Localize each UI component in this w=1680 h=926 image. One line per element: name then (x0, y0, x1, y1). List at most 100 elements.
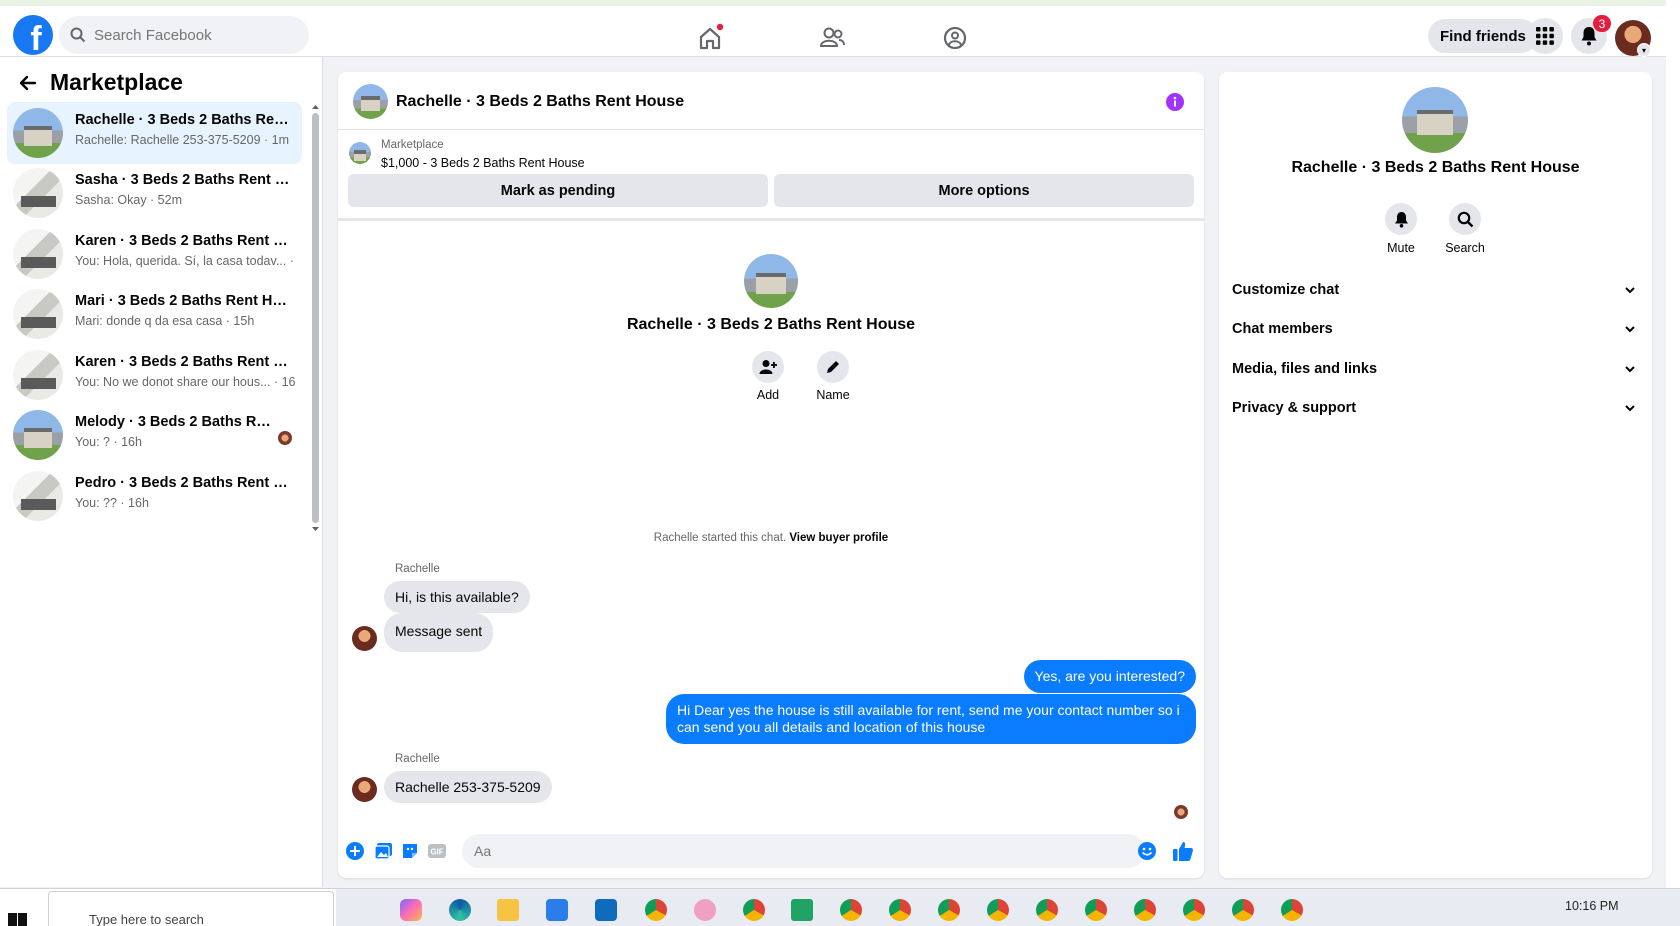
conversation-item[interactable]: Karen · 3 Beds 2 Baths Rent House You: H… (7, 223, 302, 285)
seen-avatar (278, 431, 292, 445)
intro-avatar (744, 254, 798, 308)
message-composer: GIF (338, 828, 1204, 878)
conversation-name: Pedro · 3 Beds 2 Baths Rent House (75, 475, 295, 491)
facebook-logo[interactable]: f (13, 15, 53, 55)
thumbs-up-icon[interactable] (1172, 840, 1194, 862)
pencil-icon (825, 359, 841, 375)
home-icon[interactable] (690, 18, 730, 58)
mute-button[interactable]: Mute (1371, 203, 1431, 255)
copilot-icon[interactable] (400, 899, 422, 921)
conversation-item[interactable]: Rachelle · 3 Beds 2 Baths Rent House Rac… (7, 102, 302, 164)
search-button[interactable]: Search (1435, 203, 1495, 255)
message-bubble-incoming[interactable]: Message sent (384, 613, 494, 652)
name-button[interactable]: Name (803, 351, 863, 402)
notification-badge: 3 (1593, 15, 1611, 32)
conversation-item[interactable]: Sasha · 3 Beds 2 Baths Rent House Sasha:… (7, 162, 302, 224)
chevron-down-icon (1623, 362, 1637, 376)
store-icon[interactable] (546, 899, 568, 921)
gif-icon[interactable]: GIF (426, 840, 448, 862)
row-label: Customize chat (1232, 282, 1340, 298)
chrome-icon[interactable] (889, 899, 911, 921)
menu-grid-icon[interactable] (1527, 18, 1563, 54)
edge-icon[interactable] (449, 899, 471, 921)
chrome-icon[interactable] (1232, 899, 1254, 921)
chrome-icon[interactable] (987, 899, 1009, 921)
groups-icon[interactable] (935, 18, 975, 58)
chat-avatar[interactable] (353, 84, 388, 119)
app-icon[interactable] (694, 899, 716, 921)
more-options-button[interactable]: More options (774, 174, 1194, 207)
listing-thumbnail (13, 471, 63, 521)
conversation-item[interactable]: Karen · 3 Beds 2 Baths Rent House You: N… (7, 344, 302, 406)
chrome-icon[interactable] (743, 899, 765, 921)
conversation-item[interactable]: Pedro · 3 Beds 2 Baths Rent House You: ?… (7, 465, 302, 527)
sidebar-scrollbar[interactable] (311, 103, 320, 533)
chat-members-row[interactable]: Chat members (1232, 311, 1637, 347)
conversation-name: Karen · 3 Beds 2 Baths Rent House (75, 354, 295, 370)
taskbar-search[interactable]: Type here to search (48, 891, 334, 926)
taskbar-clock[interactable]: 10:16 PM (1565, 899, 1619, 913)
top-navbar: f Find friends 3 ▾ (0, 0, 1680, 57)
conversation-item[interactable]: Melody · 3 Beds 2 Baths Rent House You: … (7, 404, 302, 466)
search-input[interactable] (94, 26, 294, 44)
message-bubble-outgoing[interactable]: Hi Dear yes the house is still available… (666, 694, 1196, 744)
outlook-icon[interactable] (595, 899, 617, 921)
chrome-icon[interactable] (938, 899, 960, 921)
media-files-links-row[interactable]: Media, files and links (1232, 351, 1637, 387)
listing-price[interactable]: $1,000 - 3 Beds 2 Baths Rent House (381, 156, 585, 170)
emoji-icon[interactable] (1137, 841, 1157, 861)
chat-details-panel: Rachelle · 3 Beds 2 Baths Rent House Mut… (1219, 72, 1652, 878)
conversation-preview: You: ?? · 16h (75, 496, 149, 510)
privacy-support-row[interactable]: Privacy & support (1232, 390, 1637, 426)
sender-avatar[interactable] (352, 626, 377, 651)
search-icon (1457, 211, 1474, 228)
listing-thumbnail (349, 142, 371, 164)
started-text: Rachelle started this chat. (653, 532, 787, 544)
message-bubble-incoming[interactable]: Hi, is this available? (384, 581, 530, 613)
back-arrow-icon[interactable] (18, 73, 38, 93)
add-button[interactable]: Add (738, 351, 798, 402)
chevron-down-icon (1623, 322, 1637, 336)
info-icon[interactable] (1165, 92, 1185, 112)
conversation-name: Mari · 3 Beds 2 Baths Rent House (75, 293, 295, 309)
chrome-icon[interactable] (1085, 899, 1107, 921)
conversation-name: Karen · 3 Beds 2 Baths Rent House (75, 233, 295, 249)
plus-circle-icon[interactable] (344, 840, 366, 862)
chrome-icon[interactable] (1183, 899, 1205, 921)
file-explorer-icon[interactable] (497, 899, 519, 921)
conversation-name: Sasha · 3 Beds 2 Baths Rent House (75, 172, 295, 188)
chevron-down-icon (1623, 283, 1637, 297)
message-bubble-incoming[interactable]: Rachelle 253-375-5209 (384, 771, 552, 803)
search-box[interactable] (59, 16, 309, 54)
details-avatar (1402, 87, 1468, 153)
windows-start-icon[interactable] (8, 913, 28, 926)
photo-icon[interactable] (372, 840, 394, 862)
customize-chat-row[interactable]: Customize chat (1232, 272, 1637, 308)
chrome-icon[interactable] (1134, 899, 1156, 921)
chrome-icon[interactable] (645, 899, 667, 921)
conversation-item[interactable]: Mari · 3 Beds 2 Baths Rent House Mari: d… (7, 283, 302, 345)
conversation-preview: You: ? · 16h (75, 435, 142, 449)
spreadsheet-icon[interactable] (791, 899, 813, 921)
taskbar-left: Type here to search (0, 889, 336, 926)
mark-as-pending-button[interactable]: Mark as pending (348, 174, 768, 207)
chrome-icon[interactable] (1036, 899, 1058, 921)
svg-text:GIF: GIF (430, 848, 443, 857)
listing-label: Marketplace (381, 139, 444, 151)
friends-icon[interactable] (812, 18, 852, 58)
chat-title[interactable]: Rachelle · 3 Beds 2 Baths Rent House (396, 93, 684, 111)
chrome-icon[interactable] (1281, 899, 1303, 921)
listing-banner: Marketplace $1,000 - 3 Beds 2 Baths Rent… (338, 131, 1204, 221)
view-buyer-profile-link[interactable]: View buyer profile (789, 532, 888, 544)
chrome-icon[interactable] (840, 899, 862, 921)
listing-thumbnail (13, 168, 63, 218)
conversation-name: Melody · 3 Beds 2 Baths Rent House (75, 414, 275, 430)
sender-avatar[interactable] (352, 777, 377, 802)
message-bubble-outgoing[interactable]: Yes, are you interested? (1023, 660, 1196, 693)
sticker-icon[interactable] (399, 840, 421, 862)
chevron-down-icon[interactable]: ▾ (1637, 43, 1651, 57)
window-scrollbar[interactable] (1666, 0, 1680, 888)
find-friends-button[interactable]: Find friends (1428, 19, 1538, 53)
conversation-preview: Mari: donde q da esa casa · 15h (75, 314, 255, 328)
message-input[interactable] (462, 834, 1145, 868)
